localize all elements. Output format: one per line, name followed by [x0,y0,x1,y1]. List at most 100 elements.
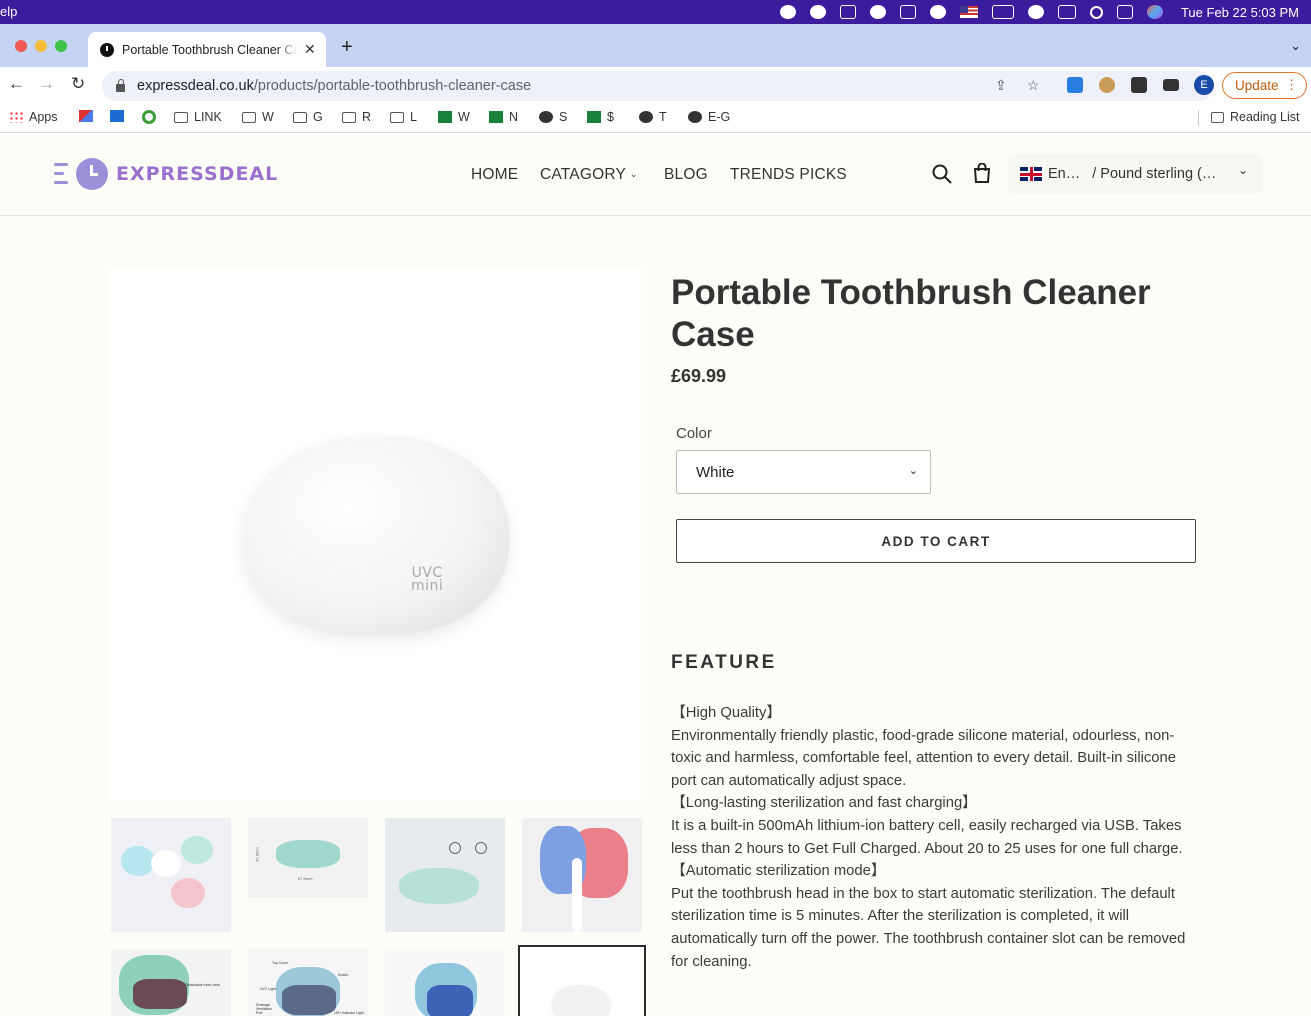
product-thumbnail-3[interactable] [385,818,505,932]
kebab-menu-icon[interactable]: ⋮ [1285,77,1298,93]
media-queue-icon[interactable] [1163,79,1179,91]
tab-close-icon[interactable]: ✕ [304,41,316,58]
siri-icon[interactable] [1146,5,1163,19]
thumb-inner-case [133,979,187,1009]
bookmark-sheet-w[interactable]: W [438,110,470,124]
control-center-icon[interactable] [1116,5,1133,19]
product-thumbnail-8-selected[interactable] [518,945,646,1016]
thumb-toothbrush [572,858,582,932]
thumb-case-inner-blue [427,985,473,1016]
wifi-icon[interactable] [1027,5,1044,19]
bookmark-folder-g[interactable]: G [293,110,323,124]
product-thumbnail-7[interactable] [385,949,505,1016]
bookmark-outlook[interactable] [110,110,130,122]
bookmark-globe-s[interactable]: S [539,110,567,124]
window-zoom-button[interactable] [55,40,67,52]
battery-icon[interactable] [991,5,1014,19]
compass-icon[interactable] [869,5,886,19]
gmail-icon [79,110,93,122]
download-extension-icon[interactable] [1067,77,1083,93]
nav-trends-picks[interactable]: TRENDS PICKS [730,166,847,184]
extensions-puzzle-icon[interactable] [1131,77,1147,93]
profile-avatar[interactable]: E [1194,75,1214,95]
desc-auto-text: Put the toothbrush head in the box to st… [671,885,1186,970]
us-flag-input-icon[interactable] [959,6,978,18]
product-thumbnail-2[interactable]: 62.5mm 67.5mm [248,818,368,898]
cart-bag-icon[interactable] [973,163,991,183]
bookmark-sheet-dollar[interactable]: $ [587,110,614,124]
locale-language: En… [1048,166,1081,182]
spotlight-search-icon[interactable] [1089,5,1103,19]
bookmark-gmail[interactable] [79,110,99,122]
tab-search-chevron-icon[interactable]: ⌄ [1290,38,1301,54]
thumb-label-uvc: UVC Light [260,987,276,991]
thumb-dim-width: 67.5mm [298,876,313,881]
globe-icon [539,111,553,123]
thumb-label-removable: Detachable inner case [185,983,220,987]
product-main-image[interactable]: UVC mini [110,270,641,800]
site-logo[interactable]: EXPRESSDEAL [54,158,278,190]
product-thumbnail-1[interactable] [111,818,231,932]
nav-category[interactable]: CATAGORY ⌄ [540,166,638,184]
thumb-icon-a [449,842,461,854]
bookmark-folder-w[interactable]: W [242,110,274,124]
thumb-case-mint [181,836,213,864]
owl-extension-icon[interactable] [1099,77,1115,93]
app-menu-fragment[interactable]: elp [0,4,17,19]
lock-icon[interactable] [116,79,125,92]
folder-icon [390,111,404,123]
bookmark-sheet-n[interactable]: N [489,110,518,124]
update-button[interactable]: Update ⋮ [1222,72,1307,99]
product-title: Portable Toothbrush Cleaner Case [671,273,1151,354]
product-thumbnail-5[interactable]: Detachable inner case [111,949,231,1016]
back-arrow-icon[interactable]: ← [8,74,25,94]
thumb-icon-b [475,842,487,854]
locale-currency: / Pound sterling (… [1092,166,1217,182]
nav-home[interactable]: HOME [471,166,518,184]
bookmark-folder-l[interactable]: L [390,110,417,124]
menubar-clock[interactable]: Tue Feb 22 5:03 PM [1181,5,1299,20]
reading-list-button[interactable]: Reading List [1211,110,1300,124]
share-icon[interactable]: ⇪ [995,77,1007,94]
color-select[interactable]: White ⌄ [676,450,931,494]
desc-quality-text: Environmentally friendly plastic, food-g… [671,727,1176,789]
bookmark-apps[interactable]: Apps [9,110,58,124]
grammarly-icon [142,110,156,124]
notification-bell-icon[interactable] [779,5,796,19]
browser-toolbar: ← → ↻ expressdeal.co.uk/products/portabl… [0,67,1311,103]
thumb-case-side-mint [276,840,340,868]
bookmark-star-icon[interactable]: ☆ [1027,77,1040,94]
window-close-button[interactable] [15,40,27,52]
checkmark-icon[interactable] [899,5,916,19]
time-machine-icon[interactable] [929,5,946,19]
window-minimize-button[interactable] [35,40,47,52]
keyboard-icon[interactable] [1057,5,1076,19]
color-select-value: White [696,463,735,481]
search-icon[interactable] [932,164,952,184]
url-host: expressdeal.co.uk [137,78,254,94]
tab-active[interactable]: Portable Toothbrush Cleaner Case ✕ [88,32,326,67]
folder-icon [293,111,307,123]
wechat-icon[interactable] [809,5,826,19]
forward-arrow-icon[interactable]: → [38,74,55,94]
address-bar[interactable]: expressdeal.co.uk/products/portable-toot… [102,71,1214,101]
bookmark-folder-link[interactable]: LINK [174,110,222,124]
site-favicon-icon [100,42,114,57]
screen-share-icon[interactable] [839,5,856,19]
globe-icon [688,111,702,123]
site-header: EXPRESSDEAL HOME CATAGORY ⌄ BLOG TRENDS P… [0,136,1311,216]
reload-icon[interactable]: ↻ [71,74,85,94]
bookmark-globe-eg[interactable]: E-G [688,110,730,124]
nav-blog[interactable]: BLOG [664,166,708,184]
product-thumbnail-4[interactable] [522,818,642,932]
outlook-icon [110,110,124,122]
bookmark-grammarly[interactable] [142,110,162,124]
product-thumbnail-6[interactable]: Top Cover Switch UVC Light Drainage Vent… [248,949,368,1016]
nav-category-label: CATAGORY [540,166,627,183]
bookmark-folder-r[interactable]: R [342,110,371,124]
new-tab-button[interactable]: + [341,36,353,59]
sheets-icon [587,111,601,123]
add-to-cart-button[interactable]: ADD TO CART [676,519,1196,563]
locale-currency-selector[interactable]: En… / Pound sterling (… ⌄ [1008,154,1262,194]
bookmark-globe-t[interactable]: T [639,110,667,124]
